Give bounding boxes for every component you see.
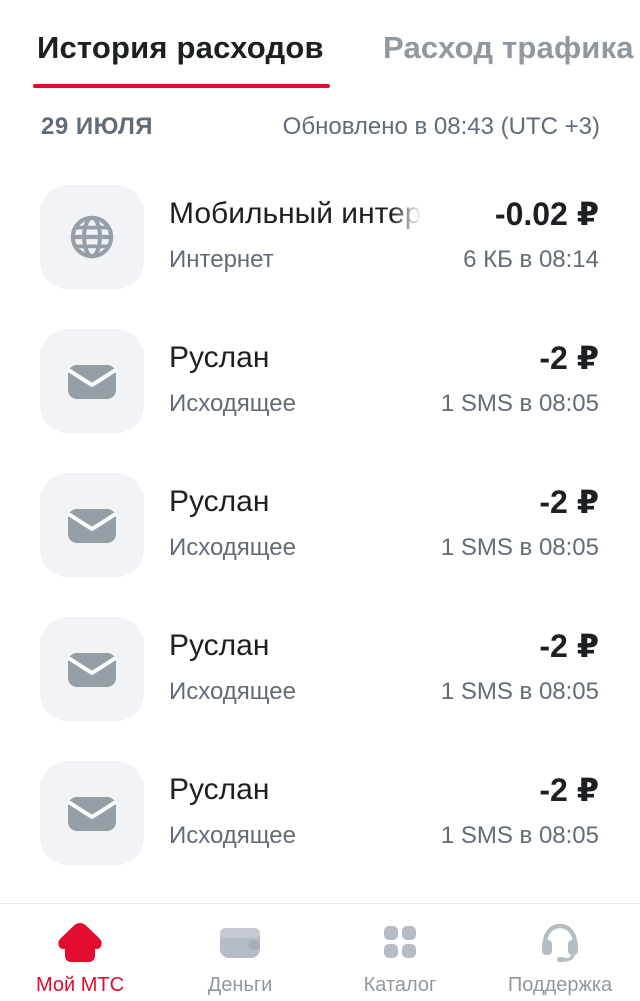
list-item[interactable]: Руслан -2 ₽ Исходящее 1 SMS в 08:05 [0, 759, 640, 903]
item-amount: -2 ₽ [539, 340, 599, 376]
item-detail: 1 SMS в 08:05 [440, 534, 599, 561]
item-subtitle: Исходящее [169, 678, 296, 705]
headset-icon [536, 920, 584, 964]
item-detail: 6 КБ в 08:14 [463, 246, 599, 273]
envelope-icon [40, 329, 144, 433]
grid-icon [376, 920, 424, 964]
tab-spending-history[interactable]: История расходов [37, 30, 324, 66]
item-subtitle: Интернет [169, 246, 274, 273]
nav-label: Каталог [363, 974, 437, 996]
nav-catalog[interactable]: Каталог [320, 904, 480, 1001]
item-title: Руслан [169, 773, 270, 806]
home-icon [56, 920, 104, 964]
item-amount: -2 ₽ [539, 628, 599, 664]
nav-label: Мой МТС [35, 974, 125, 996]
item-detail: 1 SMS в 08:05 [440, 822, 599, 849]
item-amount: -2 ₽ [539, 484, 599, 520]
item-title: Мобильный интер [169, 197, 422, 231]
item-detail: 1 SMS в 08:05 [440, 390, 599, 417]
bottom-navigation: Мой МТС Деньги Каталог Поддержка [0, 903, 640, 1001]
envelope-icon [40, 617, 144, 721]
item-amount: -2 ₽ [539, 772, 599, 808]
expense-list: Мобильный интер -0.02 ₽ Интернет 6 КБ в … [0, 183, 640, 903]
item-subtitle: Исходящее [169, 534, 296, 561]
item-title: Руслан [169, 485, 270, 518]
active-tab-indicator [33, 84, 330, 88]
item-subtitle: Исходящее [169, 822, 296, 849]
item-title: Руслан [169, 629, 270, 662]
nav-support[interactable]: Поддержка [480, 904, 640, 1001]
list-item[interactable]: Руслан -2 ₽ Исходящее 1 SMS в 08:05 [0, 471, 640, 615]
envelope-icon [40, 473, 144, 577]
item-subtitle: Исходящее [169, 390, 296, 417]
updated-time: Обновлено в 08:43 (UTC +3) [282, 113, 600, 140]
nav-label: Деньги [207, 974, 273, 996]
item-amount: -0.02 ₽ [494, 196, 599, 232]
nav-money[interactable]: Деньги [160, 904, 320, 1001]
tab-bar: История расходов Расход трафика [0, 0, 640, 92]
nav-label: Поддержка [507, 974, 613, 996]
item-detail: 1 SMS в 08:05 [440, 678, 599, 705]
date-label: 29 ИЮЛЯ [41, 113, 154, 140]
item-title: Руслан [169, 341, 270, 374]
list-item[interactable]: Мобильный интер -0.02 ₽ Интернет 6 КБ в … [0, 183, 640, 327]
nav-my-mts[interactable]: Мой МТС [0, 904, 160, 1001]
list-item[interactable]: Руслан -2 ₽ Исходящее 1 SMS в 08:05 [0, 327, 640, 471]
list-item[interactable]: Руслан -2 ₽ Исходящее 1 SMS в 08:05 [0, 615, 640, 759]
envelope-icon [40, 761, 144, 865]
date-header: 29 ИЮЛЯ Обновлено в 08:43 (UTC +3) [0, 113, 640, 145]
wallet-icon [216, 920, 264, 964]
tab-traffic-usage[interactable]: Расход трафика [383, 30, 634, 66]
globe-icon [40, 185, 144, 289]
